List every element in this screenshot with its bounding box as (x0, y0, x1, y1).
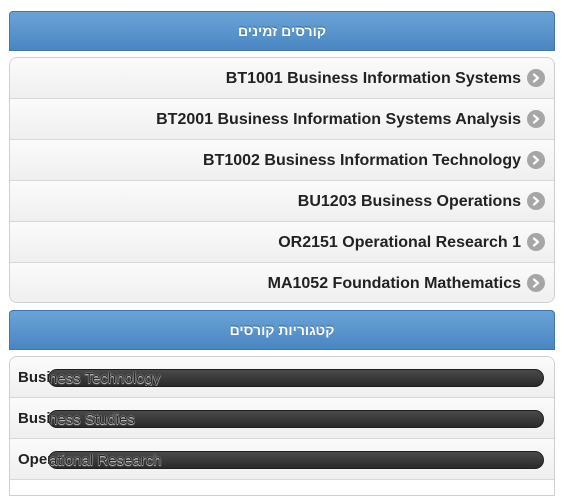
course-item[interactable]: OR2151 Operational Research 1 (10, 222, 554, 263)
course-item[interactable]: BT1001 Business Information Systems (10, 58, 554, 99)
chevron-right-icon (527, 274, 545, 292)
category-item-label: Busi (18, 369, 51, 386)
category-pill-text: ational Research (49, 452, 162, 469)
course-item[interactable]: BU1203 Business Operations (10, 181, 554, 222)
chevron-right-icon (527, 192, 545, 210)
available-courses-title: קורסים זמינים (237, 23, 326, 39)
course-item[interactable]: BT1002 Business Information Technology (10, 140, 554, 181)
category-item[interactable]: Busi ness Technology (10, 357, 554, 398)
course-item[interactable]: BT2001 Business Information Systems Anal… (10, 99, 554, 140)
available-courses-header: קורסים זמינים (9, 11, 555, 51)
course-categories-header: קטגוריות קורסים (9, 310, 555, 350)
category-item-label: Busi (18, 410, 51, 427)
course-item-label: MA1052 Foundation Mathematics (267, 275, 521, 292)
category-item[interactable]: Busi ness Studies (10, 398, 554, 439)
course-item-label: BU1203 Business Operations (297, 193, 521, 210)
chevron-right-icon (527, 110, 545, 128)
course-item[interactable]: MA1052 Foundation Mathematics (10, 263, 554, 302)
chevron-right-icon (527, 233, 545, 251)
chevron-right-icon (527, 69, 545, 87)
category-item[interactable]: Oper ational Research (10, 439, 554, 480)
chevron-right-icon (527, 151, 545, 169)
course-categories-title: קטגוריות קורסים (229, 322, 335, 338)
category-pill-text: ness Technology (49, 370, 161, 387)
category-pill-text: ness Studies (49, 411, 135, 428)
category-tooltip-pill: ness Technology (48, 369, 544, 387)
course-item-label: BT1001 Business Information Systems (225, 70, 521, 87)
course-categories-list: Busi ness Technology Busi ness Studies O… (9, 356, 555, 496)
course-item-label: BT2001 Business Information Systems Anal… (156, 111, 521, 128)
category-tooltip-pill: ational Research (48, 451, 544, 469)
course-item-label: OR2151 Operational Research 1 (278, 234, 521, 251)
category-tooltip-pill: ness Studies (48, 410, 544, 428)
available-courses-list: BT1001 Business Information Systems BT20… (9, 57, 555, 303)
course-item-label: BT1002 Business Information Technology (203, 152, 521, 169)
